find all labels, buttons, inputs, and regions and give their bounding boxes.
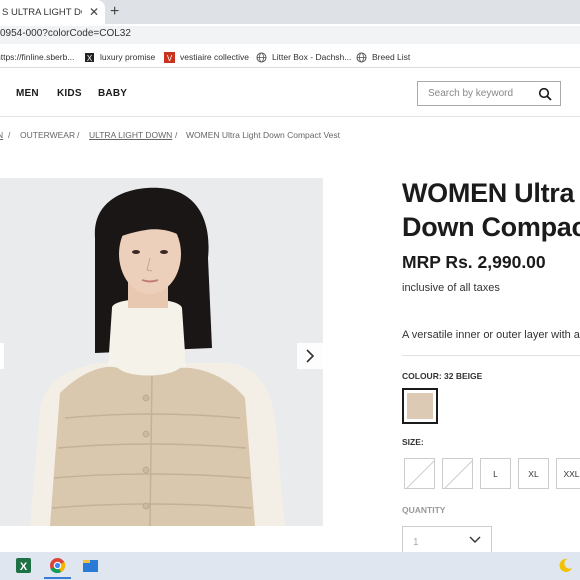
- globe-icon: [356, 52, 367, 62]
- search-placeholder: Search by keyword: [428, 88, 514, 99]
- nav-baby[interactable]: BABY: [98, 88, 127, 99]
- tab-title: S ULTRA LIGHT DOWN: [2, 6, 82, 18]
- bookmark-item[interactable]: https://finline.sberb...: [0, 50, 74, 64]
- strikethrough-icon: [406, 460, 435, 489]
- svg-text:X: X: [87, 54, 93, 63]
- size-option-unavailable[interactable]: [442, 458, 473, 489]
- divider: [402, 355, 580, 356]
- bookmark-logo-icon: X: [85, 52, 94, 63]
- chrome-icon[interactable]: [49, 557, 66, 574]
- bookmark-item[interactable]: V vestiaire collective: [164, 50, 249, 64]
- product-title-line: Down Compact: [402, 212, 580, 242]
- nav-kids[interactable]: KIDS: [57, 88, 82, 99]
- bookmarks-bar: https://finline.sberb... X luxury promis…: [0, 46, 580, 68]
- excel-icon[interactable]: X: [15, 557, 32, 574]
- site-header: MEN KIDS BABY Search by keyword: [0, 69, 580, 117]
- nav-men[interactable]: MEN: [16, 88, 39, 99]
- new-tab-icon[interactable]: +: [110, 2, 119, 22]
- size-option-l[interactable]: L: [480, 458, 511, 489]
- screen: S ULTRA LIGHT DOWN ✕ + 0954-000?colorCod…: [0, 0, 580, 580]
- swatch-fill: [407, 393, 433, 419]
- tax-note: inclusive of all taxes: [402, 282, 500, 294]
- size-label: SIZE:: [402, 437, 424, 447]
- bookmark-label: https://finline.sberb...: [0, 52, 75, 62]
- product-description: A versatile inner or outer layer with a: [402, 329, 580, 341]
- size-option-xl[interactable]: XL: [518, 458, 549, 489]
- size-option-unavailable[interactable]: [404, 458, 435, 489]
- bookmark-label: vestiaire collective: [180, 52, 249, 62]
- bookmark-label: luxury promise: [100, 52, 156, 62]
- breadcrumb-separator: /: [8, 130, 11, 140]
- next-image-button[interactable]: [297, 343, 323, 369]
- browser-tab[interactable]: S ULTRA LIGHT DOWN ✕: [0, 0, 105, 24]
- product-image: [0, 178, 323, 526]
- svg-text:X: X: [20, 561, 28, 573]
- vestiaire-logo-icon: V: [164, 51, 175, 63]
- url-text: 0954-000?colorCode=COL32: [0, 28, 131, 39]
- quantity-value: 1: [413, 537, 419, 548]
- bookmark-item[interactable]: Breed List: [356, 50, 410, 64]
- size-option-xxl[interactable]: XXL: [556, 458, 580, 489]
- address-bar: 0954-000?colorCode=COL32: [0, 24, 580, 46]
- size-option-label: L: [493, 468, 498, 479]
- close-icon[interactable]: ✕: [89, 5, 99, 19]
- globe-icon: [256, 52, 267, 62]
- bookmark-item[interactable]: Litter Box - Dachsh...: [256, 50, 351, 64]
- size-option-label: XXL: [563, 468, 580, 479]
- size-option-label: XL: [528, 468, 539, 479]
- bookmark-label: Litter Box - Dachsh...: [272, 52, 352, 62]
- product-title: WOMEN Ultra Down Compact: [402, 176, 580, 244]
- search-icon[interactable]: [538, 87, 552, 101]
- breadcrumb-separator: /: [175, 130, 178, 140]
- breadcrumb-link[interactable]: N: [0, 130, 3, 140]
- bookmark-label: Breed List: [372, 52, 411, 62]
- bookmark-item[interactable]: X luxury promise: [84, 50, 155, 64]
- svg-text:V: V: [167, 54, 173, 63]
- breadcrumb-separator: /: [77, 130, 80, 140]
- strikethrough-icon: [444, 460, 473, 489]
- active-app-indicator: [44, 577, 71, 579]
- product-title-line: WOMEN Ultra: [402, 178, 575, 208]
- breadcrumb-link[interactable]: ULTRA LIGHT DOWN: [89, 130, 172, 140]
- chevron-right-icon: [306, 349, 315, 363]
- search-input[interactable]: Search by keyword: [417, 81, 561, 106]
- prev-image-button[interactable]: [0, 343, 4, 369]
- colour-label: COLOUR: 32 BEIGE: [402, 371, 483, 381]
- file-explorer-icon[interactable]: [82, 557, 99, 574]
- product-price: MRP Rs. 2,990.00: [402, 252, 546, 272]
- weather-moon-icon[interactable]: [557, 557, 574, 574]
- breadcrumb-current: WOMEN Ultra Light Down Compact Vest: [186, 130, 340, 140]
- browser-tab-bar: S ULTRA LIGHT DOWN ✕ +: [0, 0, 580, 24]
- os-taskbar: X: [0, 552, 580, 580]
- chevron-down-icon: [469, 536, 481, 543]
- breadcrumb-item[interactable]: OUTERWEAR: [20, 130, 75, 140]
- quantity-label: QUANTITY: [402, 505, 446, 515]
- model-photo: [0, 178, 323, 526]
- colour-swatch-beige[interactable]: [402, 388, 438, 424]
